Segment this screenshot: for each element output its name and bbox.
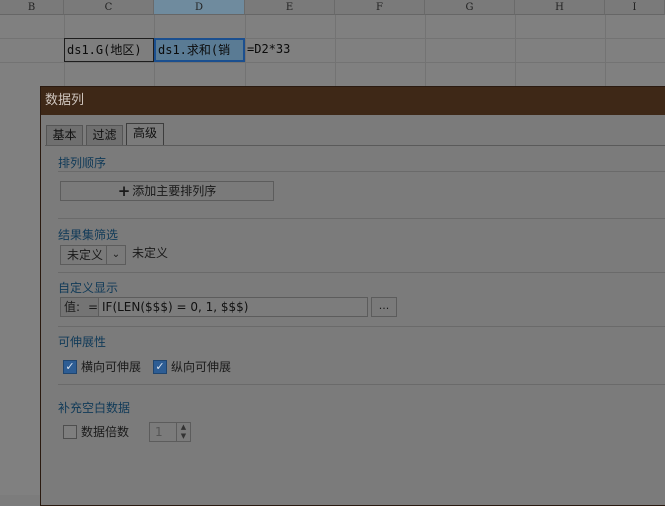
stepper-arrows-icon[interactable]: ▲ ▼ (176, 423, 190, 441)
filter-section-title: 结果集筛选 (58, 228, 119, 242)
column-header-c[interactable]: C (64, 0, 154, 15)
advanced-panel: 排列顺序 + 添加主要排列序 结果集筛选 未定义 ⌄ 未定义 自定义显示 值: =… (45, 145, 665, 505)
filter-select[interactable]: 未定义 ⌄ (60, 245, 126, 265)
section-divider (58, 384, 665, 385)
vertical-expand-label[interactable]: 纵向可伸展 (171, 358, 231, 375)
column-header-i[interactable]: I (605, 0, 665, 15)
value-label: 值: (64, 300, 81, 314)
column-header-g[interactable]: G (425, 0, 515, 15)
section-divider (58, 171, 665, 172)
dialog-title[interactable]: 数据列 (41, 87, 665, 115)
formula-editor-button[interactable]: ... (371, 297, 397, 317)
data-multiple-checkbox[interactable] (63, 425, 77, 439)
sort-section-title: 排列顺序 (58, 156, 107, 170)
multiple-stepper-value: 1 (155, 425, 163, 439)
cell-e2[interactable]: =D2*33 (246, 38, 366, 62)
section-divider (58, 272, 665, 273)
horizontal-expand-checkbox[interactable]: ✓ (63, 360, 77, 374)
equals-sign: = (88, 300, 99, 314)
vertical-expand-checkbox[interactable]: ✓ (153, 360, 167, 374)
formula-input[interactable] (98, 298, 367, 316)
custom-display-field: 值: = (60, 297, 368, 317)
tab-basic[interactable]: 基本 (46, 125, 83, 145)
grid-line (0, 62, 665, 63)
multiple-stepper[interactable]: 1 ▲ ▼ (149, 422, 191, 442)
add-sort-button[interactable]: + 添加主要排列序 (60, 181, 274, 201)
section-divider (58, 326, 665, 327)
data-column-dialog: 数据列 基本 过滤 高级 排列顺序 + 添加主要排列序 结果集筛选 未定义 ⌄ 未… (40, 86, 665, 506)
column-header-b[interactable]: B (0, 0, 64, 15)
fill-section-title: 补充空白数据 (58, 401, 131, 415)
section-divider (58, 218, 665, 219)
cell-d2-selected[interactable]: ds1.求和(销 (154, 38, 245, 62)
column-header-e[interactable]: E (245, 0, 335, 15)
filter-select-value: 未定义 (67, 248, 104, 262)
plus-icon: + (117, 182, 131, 200)
tab-advanced[interactable]: 高级 (126, 123, 164, 146)
data-multiple-label[interactable]: 数据倍数 (81, 423, 129, 440)
column-header-h[interactable]: H (515, 0, 605, 15)
filter-value-text: 未定义 (132, 246, 169, 260)
horizontal-expand-label[interactable]: 横向可伸展 (81, 358, 141, 375)
column-header-f[interactable]: F (335, 0, 425, 15)
add-sort-label: 添加主要排列序 (132, 184, 217, 198)
expand-section-title: 可伸展性 (58, 335, 107, 349)
cell-c2[interactable]: ds1.G(地区) (64, 38, 154, 62)
display-section-title: 自定义显示 (58, 281, 119, 295)
column-header-d[interactable]: D (154, 0, 245, 15)
tab-filter[interactable]: 过滤 (86, 125, 123, 145)
chevron-down-icon: ⌄ (106, 246, 125, 264)
